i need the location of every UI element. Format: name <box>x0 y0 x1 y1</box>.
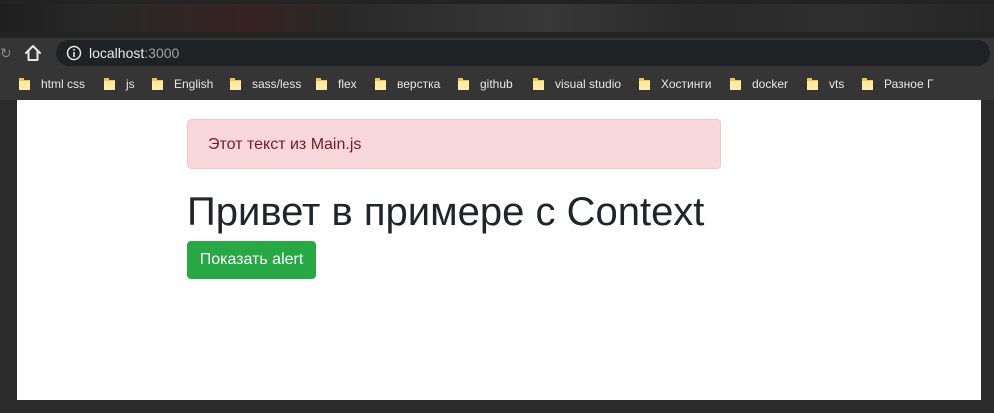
address-url[interactable]: localhost:3000 <box>89 45 179 61</box>
bookmark-label: верстка <box>397 77 441 91</box>
url-host: localhost <box>89 45 145 61</box>
bookmark-label: flex <box>338 77 357 91</box>
folder-icon <box>375 78 386 90</box>
bookmark-docker[interactable]: docker <box>729 76 788 92</box>
bookmark-hostingi[interactable]: Хостинги <box>638 76 711 92</box>
folder-icon <box>639 78 650 90</box>
bookmark-label: Разное Г <box>884 77 934 91</box>
browser-toolbar: ↻ localhost:3000 <box>0 38 994 68</box>
bookmark-label: vts <box>829 77 845 91</box>
folder-icon <box>807 78 818 90</box>
bookmark-vts[interactable]: vts <box>806 76 844 92</box>
alert-message: Этот текст из Main.js <box>187 119 721 169</box>
bookmark-sass-less[interactable]: sass/less <box>229 76 301 92</box>
address-bar[interactable]: localhost:3000 <box>56 40 990 66</box>
window-titlebar <box>0 0 994 38</box>
page-title: Привет в примере с Context <box>187 190 705 234</box>
bookmark-label: github <box>480 77 513 91</box>
bookmark-label: js <box>126 77 135 91</box>
folder-icon <box>230 78 241 90</box>
folder-icon <box>730 78 741 90</box>
home-icon[interactable] <box>22 42 44 64</box>
bookmarks-bar: html css js English sass/less flex верст… <box>0 68 994 100</box>
folder-icon <box>533 78 544 90</box>
bookmark-label: Хостинги <box>661 77 712 91</box>
bookmark-label: html css <box>41 77 86 91</box>
page-viewport: Этот текст из Main.js Привет в примере с… <box>17 100 981 400</box>
folder-icon <box>19 78 30 90</box>
tab-strip <box>0 4 994 32</box>
bookmark-flex[interactable]: flex <box>315 76 357 92</box>
bookmark-label: visual studio <box>555 77 622 91</box>
bookmark-label: sass/less <box>252 77 302 91</box>
folder-icon <box>104 78 115 90</box>
folder-icon <box>316 78 327 90</box>
info-icon[interactable] <box>66 45 82 61</box>
bookmark-raznoe[interactable]: Разное Г <box>861 76 933 92</box>
alert-text: Этот текст из Main.js <box>208 136 362 153</box>
reload-icon[interactable]: ↻ <box>0 44 10 62</box>
url-port: :3000 <box>144 45 180 61</box>
bookmark-html-css[interactable]: html css <box>18 76 85 92</box>
bookmark-visual-studio[interactable]: visual studio <box>532 76 621 92</box>
folder-icon <box>152 78 163 90</box>
bookmark-label: docker <box>752 77 789 91</box>
bookmark-label: English <box>174 77 214 91</box>
bookmark-english[interactable]: English <box>151 76 213 92</box>
bookmark-js[interactable]: js <box>103 76 135 92</box>
bookmark-verstka[interactable]: верстка <box>374 76 440 92</box>
folder-icon <box>862 78 873 90</box>
show-alert-button[interactable]: Показать alert <box>187 241 316 279</box>
folder-icon <box>458 78 469 90</box>
bookmark-github[interactable]: github <box>457 76 513 92</box>
